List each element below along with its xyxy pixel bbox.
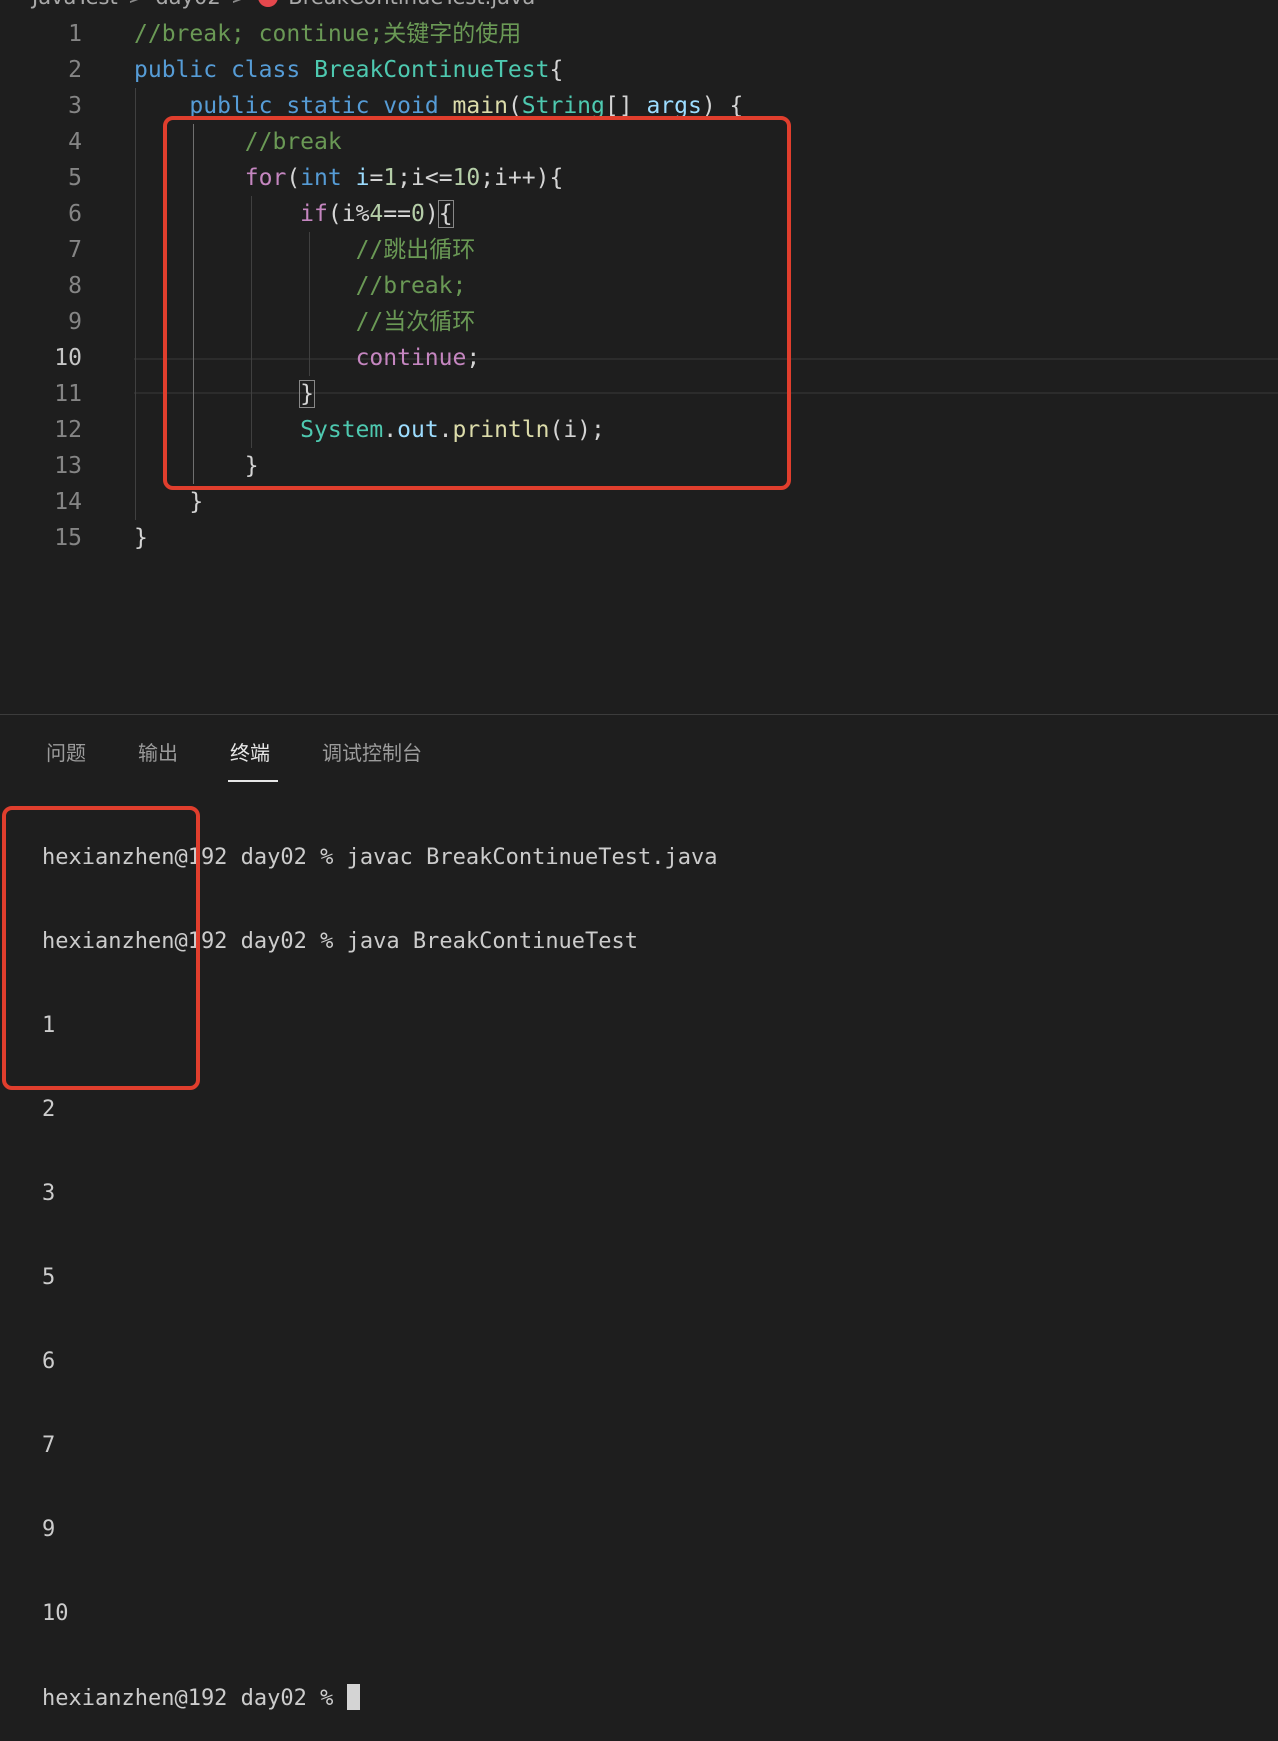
line-number: 4 — [68, 129, 82, 155]
terminal-prompt-line[interactable]: hexianzhen@192 day02 % — [42, 1684, 718, 1713]
terminal-line: 5 — [42, 1265, 56, 1290]
terminal-line: 3 — [42, 1181, 56, 1206]
tab-problems[interactable]: 问题 — [46, 728, 86, 778]
breadcrumb-item-file[interactable]: BreakContinueTest.java — [288, 0, 535, 9]
line-number: 8 — [68, 273, 82, 299]
line-number: 7 — [68, 237, 82, 263]
line-number: 2 — [68, 57, 82, 83]
panel-divider[interactable] — [0, 714, 1278, 715]
line-number: 3 — [68, 93, 82, 119]
code-text: public class BreakContinueTest{ — [134, 57, 564, 83]
code-line: 2 public class BreakContinueTest{ — [0, 52, 1278, 88]
line-number: 10 — [54, 345, 82, 371]
code-text: } — [134, 525, 148, 551]
tab-output[interactable]: 输出 — [138, 728, 178, 778]
terminal-line: 9 — [42, 1517, 56, 1542]
terminal-line: 6 — [42, 1349, 56, 1374]
line-number: 9 — [68, 309, 82, 335]
line-number: 6 — [68, 201, 82, 227]
line-number: 13 — [54, 453, 82, 479]
breadcrumb-item-project[interactable]: JavaTest — [32, 0, 118, 9]
annotation-box-code — [163, 116, 791, 490]
code-line: 1 //break; continue;关键字的使用 — [0, 16, 1278, 52]
breadcrumb: JavaTest > day02 > BreakContinueTest.jav… — [32, 0, 535, 9]
terminal-line: 10 — [42, 1601, 69, 1626]
line-number: 14 — [54, 489, 82, 515]
breadcrumb-item-folder[interactable]: day02 — [155, 0, 220, 9]
terminal-line: 2 — [42, 1097, 56, 1122]
code-line: 15 } — [0, 520, 1278, 556]
active-tab-indicator — [228, 780, 278, 782]
line-number: 11 — [54, 381, 82, 407]
line-number: 12 — [54, 417, 82, 443]
breadcrumb-separator: > — [128, 0, 146, 9]
terminal-prompt: hexianzhen@192 day02 % — [42, 1686, 347, 1711]
breadcrumb-separator: > — [231, 0, 249, 9]
line-number: 1 — [68, 21, 82, 47]
terminal-line: 7 — [42, 1433, 56, 1458]
tab-terminal[interactable]: 终端 — [230, 728, 270, 778]
terminal-cursor — [346, 1684, 360, 1710]
tab-debug-console[interactable]: 调试控制台 — [322, 728, 422, 778]
line-number: 15 — [54, 525, 82, 551]
line-number: 5 — [68, 165, 82, 191]
code-text: //break; continue;关键字的使用 — [134, 21, 522, 47]
annotation-box-output — [2, 806, 200, 1090]
error-circle-icon — [258, 0, 279, 7]
panel-tabs: 问题 输出 终端 调试控制台 — [0, 728, 1278, 788]
